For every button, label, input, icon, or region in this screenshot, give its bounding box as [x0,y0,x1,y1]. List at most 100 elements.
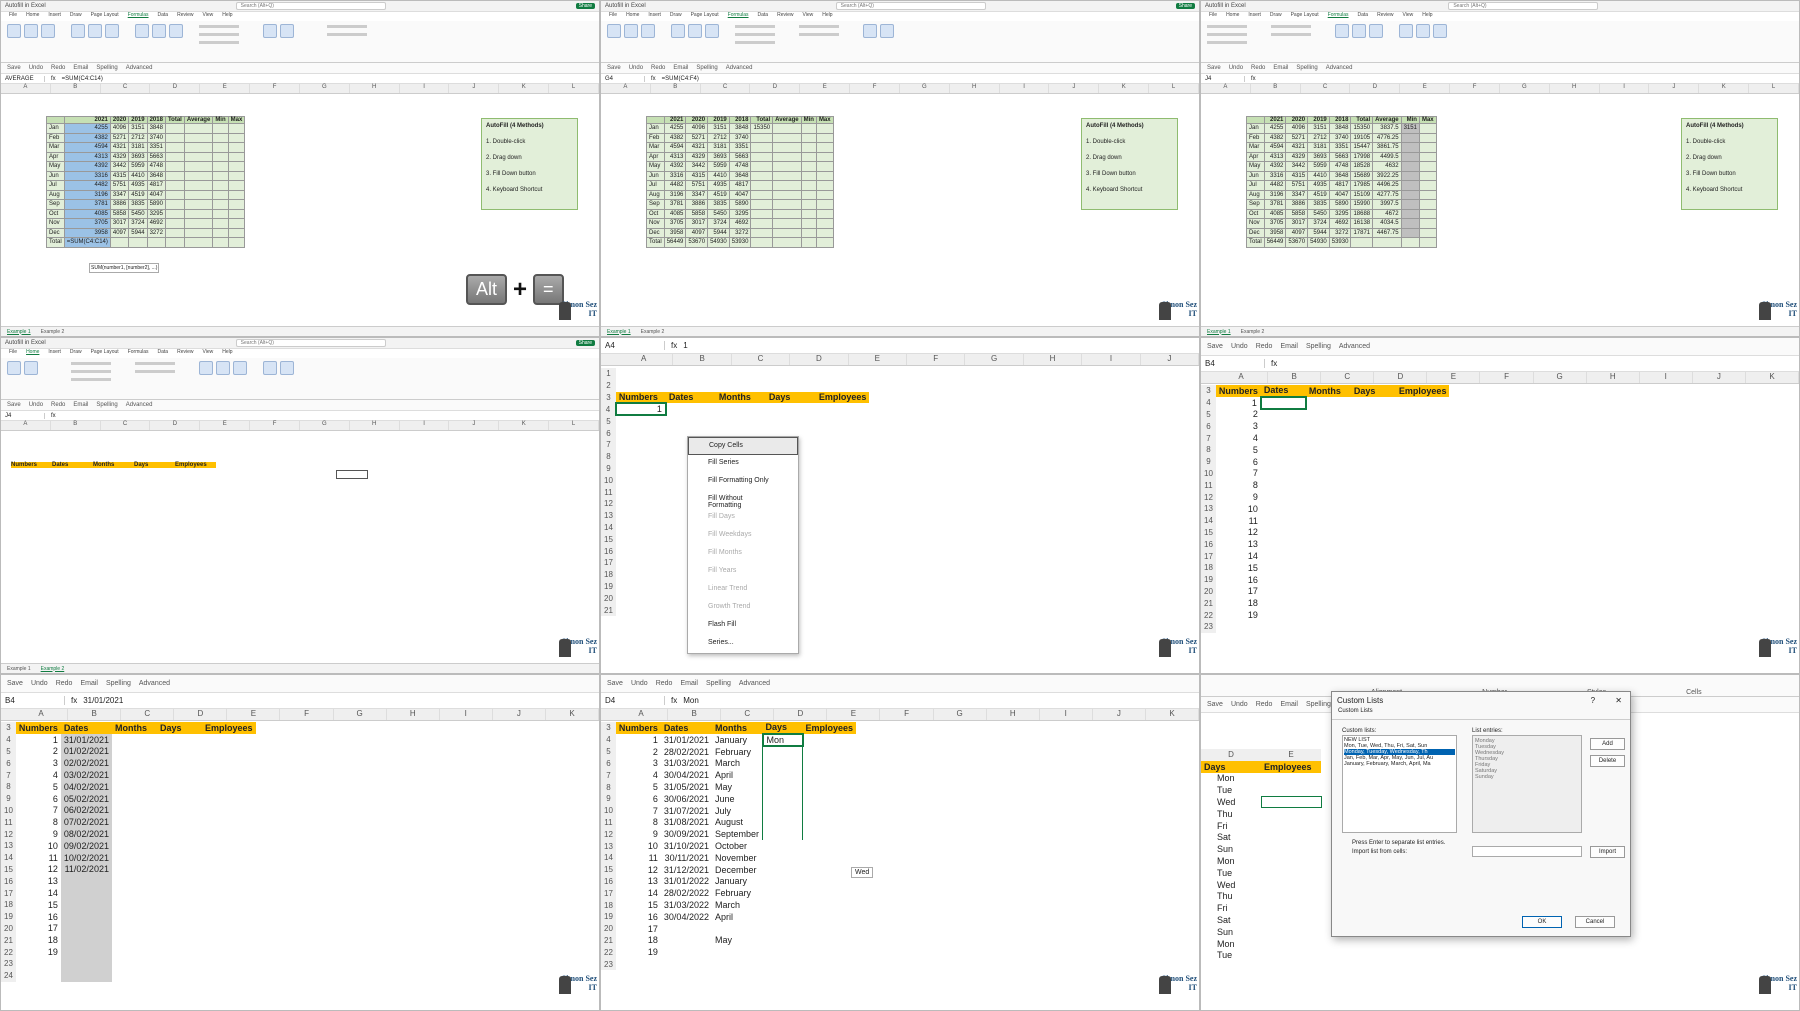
cell[interactable]: 4692 [1328,218,1352,229]
selected-cell[interactable] [336,470,368,479]
month-cell[interactable]: December [712,864,763,876]
cell[interactable] [1569,479,1609,491]
cell[interactable]: 4482 [663,180,687,191]
cell[interactable] [202,746,256,758]
column-header[interactable]: F [1450,84,1500,93]
row-number[interactable]: 4 [1201,396,1216,409]
row-number[interactable]: 4 [1,733,16,746]
min-cell[interactable] [800,151,817,162]
max-cell[interactable] [1418,208,1437,219]
cell[interactable]: 4255 [663,123,687,134]
cell[interactable] [803,911,857,923]
number-cell[interactable]: 5 [1216,444,1261,456]
total-cell[interactable]: 15990 [1350,199,1374,210]
cell[interactable] [1529,491,1569,503]
cell[interactable] [256,864,296,876]
cell[interactable] [896,946,936,958]
number-cell[interactable]: 1 [616,734,661,746]
min-cell[interactable] [800,189,817,200]
cell[interactable] [856,946,896,958]
row-number[interactable]: 11 [601,486,616,498]
cell[interactable] [157,793,202,805]
row-number[interactable]: 20 [1,922,16,935]
average-cell[interactable] [772,208,802,219]
cell[interactable] [1029,533,1069,545]
cell[interactable] [1529,420,1569,432]
cell[interactable]: 4085 [663,208,687,219]
cell[interactable] [1609,479,1649,491]
month-cell[interactable]: November [712,852,763,864]
formula-input[interactable]: =SUM(C4:F4) [662,76,699,82]
cell[interactable] [1261,879,1321,891]
cell[interactable]: 4392 [663,161,687,172]
cell[interactable] [803,899,857,911]
cell[interactable] [456,793,496,805]
row-number[interactable]: 9 [1,792,16,805]
menu-item-series-[interactable]: Series... [688,635,798,653]
month-cell[interactable] [712,946,763,958]
min-cell[interactable] [212,161,229,172]
cell[interactable] [989,451,1029,463]
cell[interactable] [1261,515,1306,527]
cell[interactable] [869,557,909,569]
cell[interactable] [909,557,949,569]
cell[interactable] [416,887,456,899]
cell[interactable] [949,380,989,392]
menu-item-data[interactable]: Data [158,12,169,21]
cell[interactable] [616,368,666,380]
share-button[interactable]: Share [575,3,595,9]
month-label[interactable]: Oct [646,208,665,219]
cell[interactable] [800,237,817,248]
number-cell[interactable]: 5 [616,781,661,793]
cell[interactable] [256,757,296,769]
cell[interactable] [936,876,976,888]
cell[interactable] [1569,420,1609,432]
column-header[interactable]: F [280,709,334,720]
row-number[interactable]: 17 [1201,550,1216,562]
cell[interactable] [157,887,202,899]
cell[interactable] [1306,491,1351,503]
cell[interactable] [296,757,336,769]
month-label[interactable]: Aug [1246,189,1265,200]
total-cell[interactable] [750,161,774,172]
cell[interactable] [763,923,803,935]
month-label[interactable]: Nov [46,218,65,229]
cell[interactable] [1306,621,1351,633]
cell[interactable] [456,781,496,793]
tab-example-1[interactable]: Example 1 [7,329,31,335]
cell[interactable] [1449,503,1489,515]
cell[interactable]: 4097 [109,227,130,238]
cell[interactable] [202,852,256,864]
cell[interactable] [989,510,1029,522]
row-number[interactable]: 1 [601,368,616,380]
average-cell[interactable] [183,180,214,191]
cell[interactable] [1396,538,1450,550]
cell[interactable] [936,828,976,840]
cell[interactable] [803,758,857,770]
cell[interactable]: 4594 [663,142,687,153]
month-label[interactable]: Aug [646,189,665,200]
total-cell[interactable]: 18688 [1350,208,1374,219]
date-cell[interactable]: 04/02/2021 [60,780,112,793]
cell[interactable] [1029,486,1069,498]
cell[interactable] [949,510,989,522]
menu-item-file[interactable]: File [9,349,17,358]
column-title[interactable]: Numbers [615,722,661,734]
date-cell[interactable] [60,969,112,982]
month-label[interactable]: Sep [46,199,65,210]
cell[interactable] [1609,468,1649,480]
cell[interactable]: 3648 [1328,170,1352,181]
cell[interactable] [376,757,416,769]
cell[interactable] [1449,550,1489,562]
min-cell[interactable] [212,189,229,200]
max-cell[interactable] [815,170,834,181]
row-number[interactable]: 24 [1,969,16,982]
menu-item-insert[interactable]: Insert [1248,12,1261,21]
cell[interactable] [856,911,896,923]
cell[interactable] [816,368,870,380]
cell[interactable] [157,805,202,817]
month-cell[interactable] [712,958,763,970]
cell[interactable] [157,840,202,852]
number-cell[interactable]: 11 [16,852,61,864]
cell[interactable] [976,793,1016,805]
